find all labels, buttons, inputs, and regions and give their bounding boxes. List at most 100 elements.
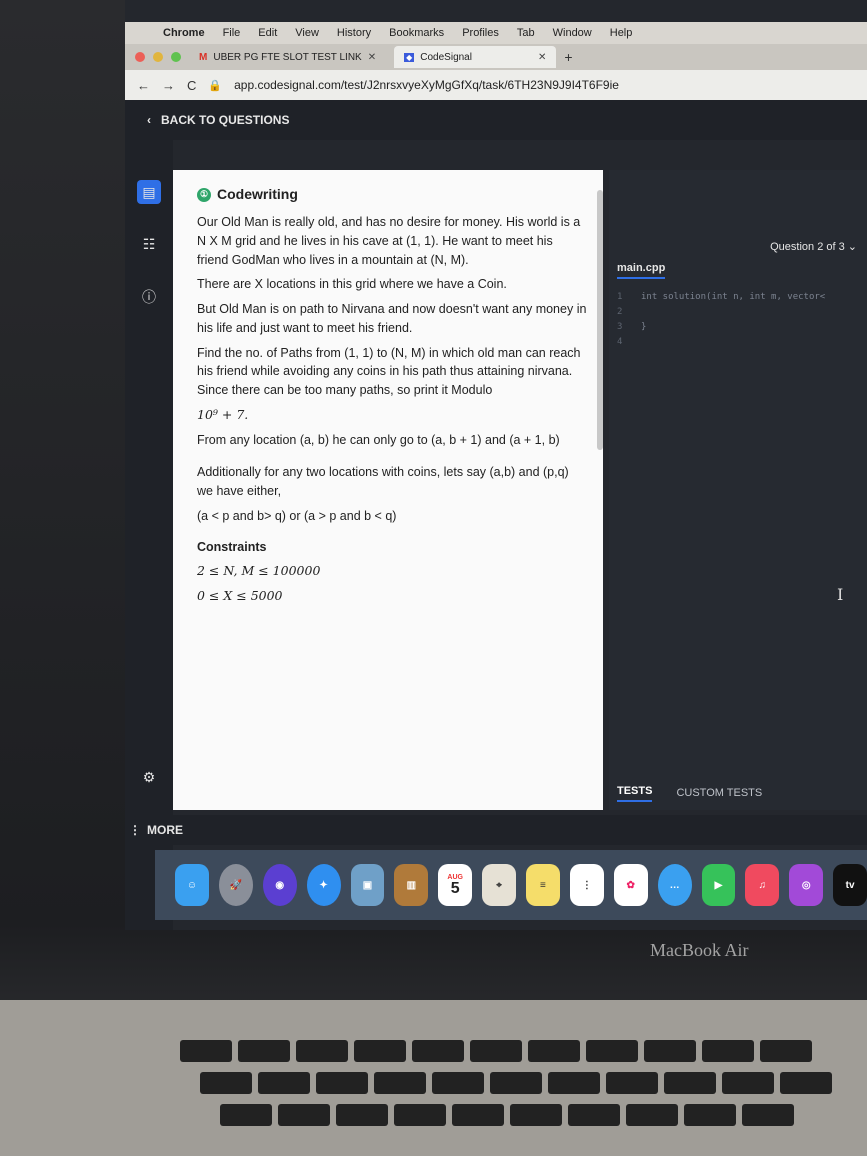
key-row: [200, 1072, 832, 1094]
notes-icon[interactable]: ▥: [394, 864, 429, 906]
menu-window[interactable]: Window: [553, 27, 592, 39]
line-number: 4: [617, 337, 623, 347]
gear-icon[interactable]: ⚙: [137, 765, 161, 789]
photos-icon[interactable]: ✿: [613, 864, 648, 906]
minimize-window-icon[interactable]: [153, 52, 163, 62]
key: [258, 1072, 310, 1094]
key: [278, 1104, 330, 1126]
launchpad-icon[interactable]: 🚀: [218, 864, 253, 906]
messages-icon[interactable]: …: [657, 864, 692, 906]
music-icon[interactable]: ♫: [745, 864, 780, 906]
close-window-icon[interactable]: [135, 52, 145, 62]
key: [374, 1072, 426, 1094]
key: [394, 1104, 446, 1126]
task-paragraph: But Old Man is on path to Nirvana and no…: [197, 302, 587, 335]
more-dots-icon[interactable]: ⋮: [129, 823, 141, 837]
codesignal-icon: ◆: [404, 52, 415, 62]
menu-tab[interactable]: Tab: [517, 27, 535, 39]
constraint-item: 0 ≤ X ≤ 5000: [197, 588, 283, 603]
tv-label: tv: [845, 879, 855, 891]
more-button[interactable]: MORE: [147, 823, 183, 837]
maps-icon[interactable]: ⌖: [482, 864, 516, 906]
key: [470, 1040, 522, 1062]
codewriting-icon: ①: [197, 187, 211, 202]
constraints-heading: Constraints: [197, 539, 267, 554]
maximize-window-icon[interactable]: [171, 52, 181, 62]
code-line: 3}: [617, 320, 825, 335]
siri-icon[interactable]: ◉: [262, 864, 297, 906]
task-paragraph: From any location (a, b) he can only go …: [197, 432, 560, 447]
forward-arrow-icon[interactable]: →: [162, 78, 175, 93]
menu-help[interactable]: Help: [610, 27, 633, 39]
tab-custom-tests[interactable]: CUSTOM TESTS: [676, 787, 762, 799]
facetime-icon[interactable]: ▶: [701, 864, 736, 906]
file-tab-main[interactable]: main.cpp: [617, 262, 666, 279]
task-title: Codewriting: [217, 186, 298, 202]
new-tab-icon[interactable]: +: [564, 49, 572, 65]
key: [586, 1040, 638, 1062]
list-icon[interactable]: ☷: [137, 232, 161, 256]
info-icon[interactable]: ⓘ: [137, 285, 161, 309]
reminders-icon[interactable]: ⋮: [569, 864, 604, 906]
menu-edit[interactable]: Edit: [258, 27, 277, 39]
calendar-icon[interactable]: AUG 5: [438, 864, 473, 906]
safari-icon[interactable]: ✦: [306, 864, 341, 906]
task-paragraph: 10⁹ + 7.: [197, 406, 249, 422]
tab-codesignal[interactable]: ◆ CodeSignal ✕: [394, 46, 557, 68]
key: [528, 1040, 580, 1062]
line-number: 1: [617, 292, 623, 302]
key: [780, 1072, 832, 1094]
key: [644, 1040, 696, 1062]
chevron-down-icon: ⌄: [847, 241, 857, 253]
task-paragraph: (a < p and b> q) or (a > p and b < q): [197, 508, 397, 523]
menu-file[interactable]: File: [223, 27, 241, 39]
key: [412, 1040, 464, 1062]
question-selector[interactable]: Question 2 of 3 ⌄: [770, 240, 857, 253]
finder-icon[interactable]: ☺: [175, 864, 209, 906]
tab-label: CodeSignal: [420, 51, 472, 63]
menu-view[interactable]: View: [295, 27, 319, 39]
top-nav: ‹ BACK TO QUESTIONS: [125, 100, 867, 140]
menu-profiles[interactable]: Profiles: [462, 27, 499, 39]
key: [354, 1040, 406, 1062]
code-lines[interactable]: 1 int solution(int n, int m, vector< 2 3}…: [617, 290, 825, 350]
tab-tests[interactable]: TESTS: [617, 785, 653, 802]
preview-icon[interactable]: ▣: [350, 864, 385, 906]
key: [510, 1104, 562, 1126]
task-title-row: ① Codewriting: [197, 184, 587, 205]
screen: Chrome File Edit View History Bookmarks …: [125, 0, 867, 930]
code-editor[interactable]: Question 2 of 3 ⌄ main.cpp 1 int solution…: [609, 170, 867, 810]
key: [220, 1104, 272, 1126]
constraint-item: 2 ≤ N, M ≤ 100000: [197, 563, 321, 579]
close-tab-icon[interactable]: ✕: [538, 52, 546, 63]
menu-bookmarks[interactable]: Bookmarks: [389, 27, 444, 39]
key: [664, 1072, 716, 1094]
chevron-left-icon[interactable]: ‹: [147, 113, 151, 127]
close-tab-icon[interactable]: ✕: [368, 52, 376, 63]
stickies-icon[interactable]: ≡: [526, 864, 560, 906]
back-to-questions-link[interactable]: BACK TO QUESTIONS: [161, 113, 289, 127]
description-scrollbar[interactable]: [597, 190, 603, 450]
back-arrow-icon[interactable]: ←: [137, 78, 150, 93]
tv-icon[interactable]: tv: [833, 864, 867, 906]
key: [702, 1040, 754, 1062]
key: [568, 1104, 620, 1126]
tab-uber[interactable]: M UBER PG FTE SLOT TEST LINK ✕: [189, 46, 386, 68]
key: [180, 1040, 232, 1062]
url-input[interactable]: app.codesignal.com/test/J2nrsxvyeXyMgGfX…: [234, 78, 619, 92]
task-paragraph: Additionally for any two locations with …: [197, 465, 569, 498]
menu-history[interactable]: History: [337, 27, 371, 39]
tests-tabs: TESTS CUSTOM TESTS: [609, 775, 867, 811]
key: [452, 1104, 504, 1126]
reload-icon[interactable]: C: [187, 78, 196, 93]
task-description-panel: ① Codewriting Our Old Man is really old,…: [173, 170, 603, 810]
device-brand: MacBook Air: [650, 940, 749, 960]
key-row: [220, 1104, 794, 1126]
menu-app-name[interactable]: Chrome: [163, 27, 205, 39]
line-number: 2: [617, 307, 623, 317]
mac-menubar: Chrome File Edit View History Bookmarks …: [125, 22, 867, 44]
podcasts-icon[interactable]: ◎: [789, 864, 824, 906]
description-icon[interactable]: ▤: [137, 180, 161, 204]
side-rail: ▤ ☷ ⓘ ⚙: [125, 140, 173, 930]
browser-tabbar: M UBER PG FTE SLOT TEST LINK ✕ ◆ CodeSig…: [125, 44, 867, 70]
